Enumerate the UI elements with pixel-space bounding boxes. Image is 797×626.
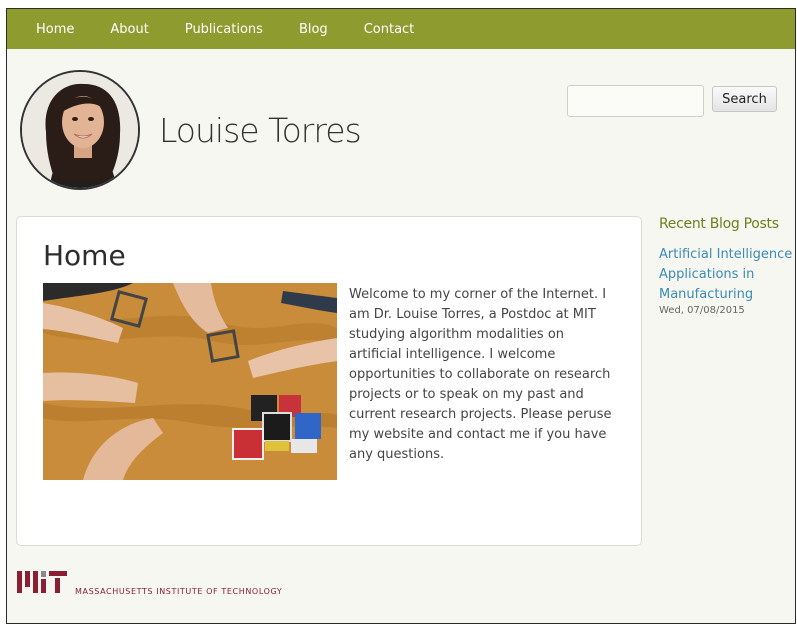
institute-name: MASSACHUSETTS INSTITUTE OF TECHNOLOGY	[75, 587, 283, 596]
blog-post-date: Wed, 07/08/2015	[659, 305, 745, 316]
search-input[interactable]	[567, 85, 704, 117]
recent-posts-title: Recent Blog Posts	[659, 216, 779, 232]
site-name[interactable]: Louise Torres	[159, 111, 362, 150]
nav-about[interactable]: About	[110, 22, 148, 37]
mit-logo-icon	[17, 571, 67, 593]
main-content-card: Home Welcome to my corner of the Interne…	[16, 216, 642, 546]
profile-photo-icon	[22, 72, 138, 188]
intro-paragraph: Welcome to my corner of the Internet. I …	[349, 287, 612, 462]
mit-logo[interactable]	[17, 569, 69, 597]
nav-home[interactable]: Home	[36, 22, 74, 37]
blog-post-link[interactable]: Artificial Intelligence Applications in …	[659, 245, 795, 305]
nav-blog[interactable]: Blog	[299, 22, 328, 37]
profile-avatar	[20, 70, 140, 190]
top-navigation: Home About Publications Blog Contact	[7, 9, 795, 49]
browser-viewport: Home About Publications Blog Contact Lou…	[6, 8, 796, 624]
nav-contact[interactable]: Contact	[364, 22, 415, 37]
hero-image	[43, 283, 337, 480]
page-title: Home	[43, 239, 126, 272]
photo-hands-building-cubes-icon	[43, 283, 337, 480]
search-button[interactable]: Search	[712, 86, 777, 112]
nav-publications[interactable]: Publications	[185, 22, 263, 37]
